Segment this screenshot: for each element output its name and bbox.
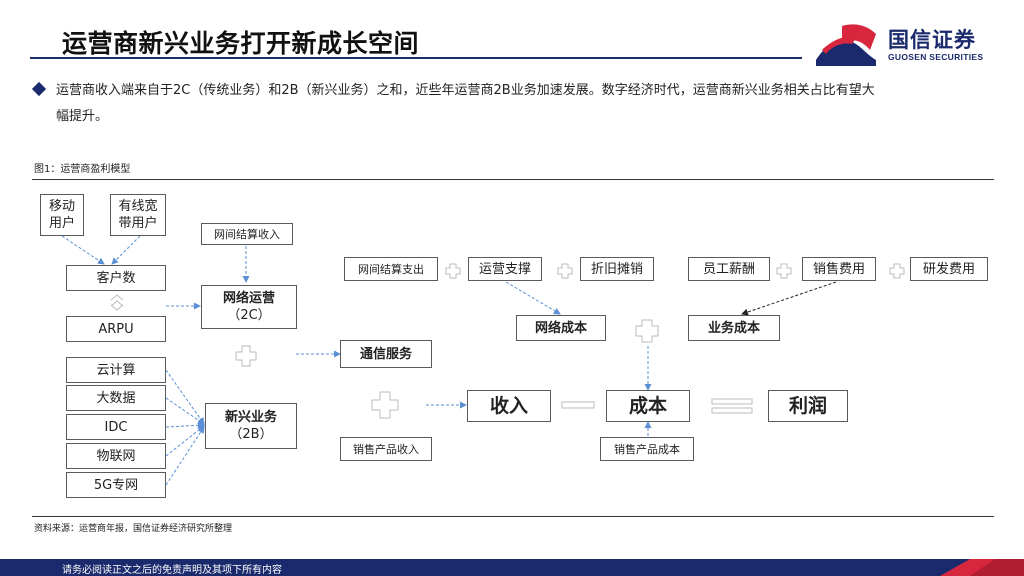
product-sales-cost-box: 销售产品成本 — [600, 437, 694, 461]
plus-icon-cost-2 — [557, 263, 573, 279]
plus-icon-cost-1 — [445, 263, 461, 279]
minus-icon — [561, 401, 595, 409]
arrow-mobile-to-customers — [61, 235, 105, 265]
profit-box: 利润 — [768, 390, 848, 422]
arrow-cloud-to-emerging — [165, 369, 205, 425]
arrow-sales-to-bizcost — [741, 281, 837, 316]
diamond-bullet-icon — [31, 81, 47, 97]
broadband-users-box: 有线宽 带用户 — [110, 194, 166, 236]
rd-expense-box: 研发费用 — [910, 257, 988, 281]
figure-source: 资料来源：运营商年报，国信证券经济研究所整理 — [34, 524, 233, 534]
mobile-users-box: 移动 用户 — [40, 194, 84, 236]
logo-text-en: GUOSEN SECURITIES — [888, 52, 984, 62]
arrow-broadband-to-customers — [111, 235, 141, 265]
figure-bottom-rule — [32, 516, 994, 517]
idc-box: IDC — [66, 414, 166, 440]
page-title: 运营商新兴业务打开新成长空间 — [62, 29, 420, 58]
bullet-line-1: 运营商收入端来自于2C（传统业务）和2B（新兴业务）之和，近些年运营商2B业务加… — [56, 83, 875, 98]
plus-icon-cost-3 — [776, 263, 792, 279]
mobile-users-label-2: 用户 — [48, 216, 75, 231]
arrow-iot-to-emerging — [165, 425, 205, 457]
emerging-business-label-2: （2B） — [229, 427, 273, 442]
arrow-5g-to-emerging — [165, 426, 205, 486]
arrow-bigdata-to-emerging — [165, 397, 205, 425]
depreciation-box: 折旧摊销 — [580, 257, 654, 281]
cost-box: 成本 — [606, 390, 690, 422]
business-cost-box: 业务成本 — [688, 315, 780, 341]
equals-icon-top — [711, 398, 753, 405]
double-arrow-icon — [110, 294, 124, 311]
plus-icon-revenue — [371, 391, 399, 419]
staff-salary-box: 员工薪酬 — [688, 257, 770, 281]
equals-icon-bottom — [711, 407, 753, 414]
network-cost-box: 网络成本 — [516, 315, 606, 341]
emerging-business-box: 新兴业务 （2B） — [205, 403, 297, 449]
network-operation-label-2: （2C） — [227, 308, 271, 323]
customer-count-box: 客户数 — [66, 265, 166, 291]
plus-icon-cost-mid — [635, 319, 659, 343]
sales-expense-box: 销售费用 — [802, 257, 876, 281]
cloud-computing-box: 云计算 — [66, 357, 166, 383]
iot-box: 物联网 — [66, 443, 166, 469]
network-settlement-income-box: 网间结算收入 — [201, 223, 293, 245]
footer-decoration — [940, 559, 1024, 576]
plus-icon-left — [235, 345, 257, 367]
private-5g-box: 5G专网 — [66, 472, 166, 498]
arpu-box: ARPU — [66, 316, 166, 342]
figure-label: 图1：运营商盈利模型 — [34, 164, 131, 175]
footer-disclaimer: 请务必阅读正文之后的免责声明及其项下所有内容 — [62, 565, 282, 576]
bullet-line-2: 幅提升。 — [56, 109, 109, 124]
network-operation-label-1: 网络运营 — [222, 291, 275, 306]
mobile-users-label-1: 移动 — [48, 199, 75, 214]
emerging-business-label-1: 新兴业务 — [224, 410, 277, 425]
network-operation-box: 网络运营 （2C） — [201, 285, 297, 329]
network-settlement-expense-box: 网间结算支出 — [344, 257, 438, 281]
revenue-box: 收入 — [467, 390, 551, 422]
plus-icon-cost-4 — [889, 263, 905, 279]
logo-text-cn: 国信证券 — [888, 28, 976, 52]
broadband-users-label-2: 带用户 — [118, 216, 158, 231]
figure-top-rule — [32, 179, 994, 180]
big-data-box: 大数据 — [66, 385, 166, 411]
product-sales-income-box: 销售产品收入 — [340, 437, 432, 461]
broadband-users-label-1: 有线宽 — [118, 199, 158, 214]
title-divider — [30, 57, 802, 59]
arrow-opsupport-to-netcost — [505, 281, 561, 315]
arrow-idc-to-emerging — [165, 421, 205, 429]
operation-support-box: 运营支撑 — [468, 257, 542, 281]
bullet-paragraph: 运营商收入端来自于2C（传统业务）和2B（新兴业务）之和，近些年运营商2B业务加… — [56, 78, 996, 130]
communication-service-box: 通信服务 — [340, 340, 432, 368]
